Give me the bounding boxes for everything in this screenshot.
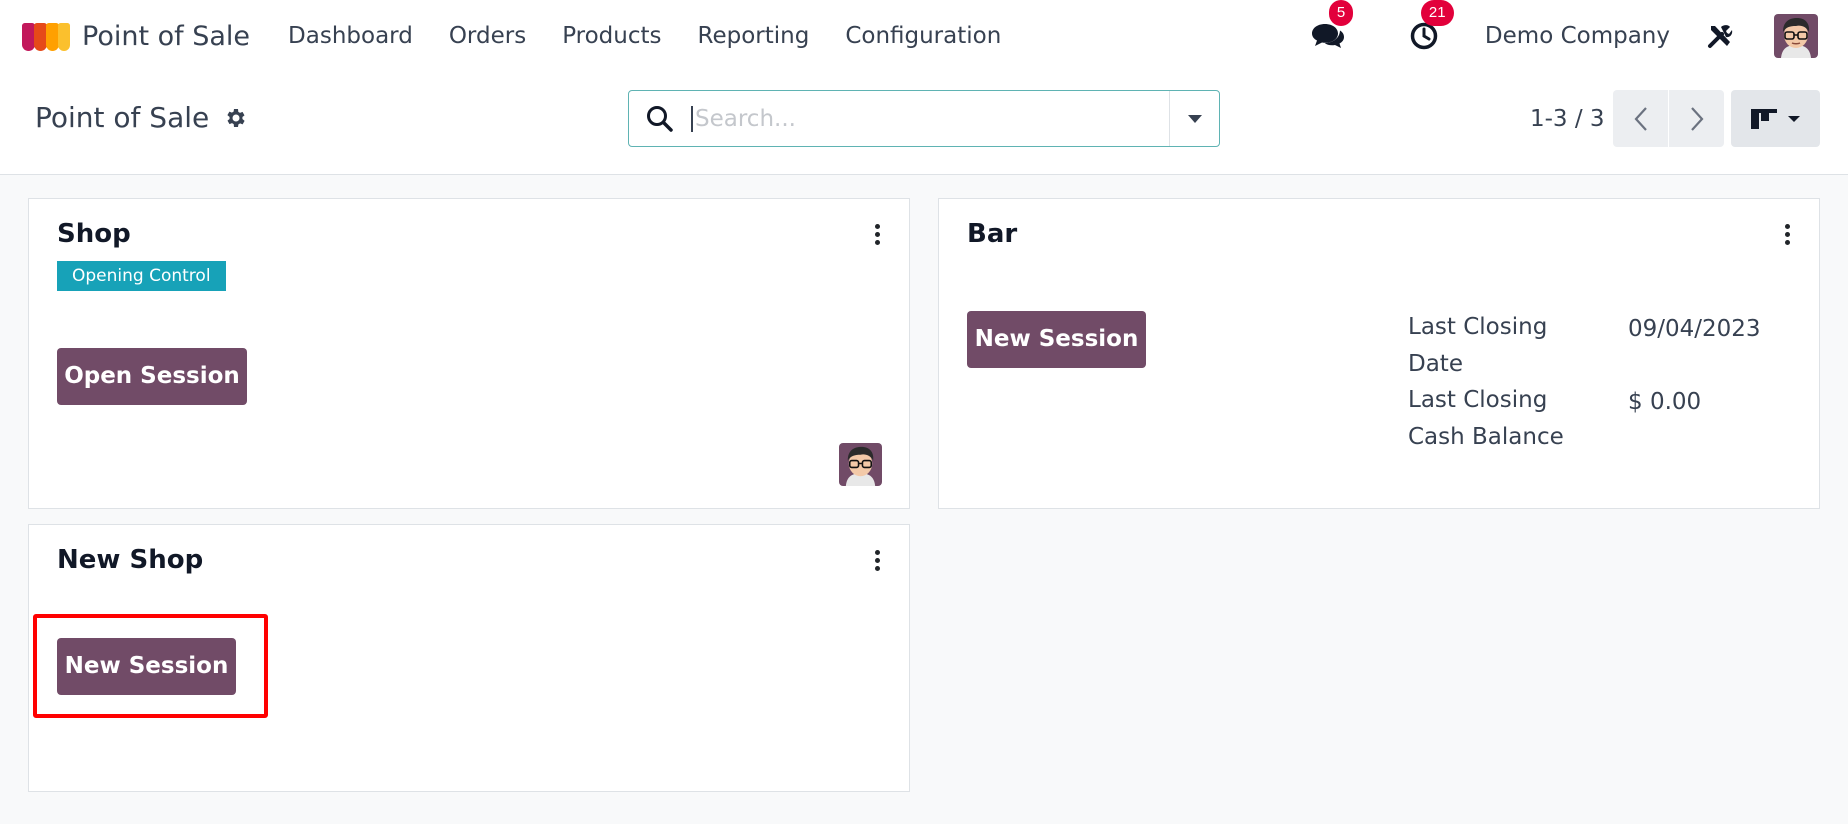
search-icon (647, 105, 673, 132)
card-menu-kebab-icon[interactable] (867, 547, 887, 573)
search-options-toggle[interactable] (1169, 91, 1219, 146)
menu-item-dashboard[interactable]: Dashboard (270, 23, 431, 49)
view-switcher-button[interactable] (1731, 90, 1820, 147)
card-title: Bar (967, 219, 1018, 249)
activities-button[interactable]: 21 (1399, 0, 1454, 61)
pager-previous-button[interactable] (1613, 90, 1668, 147)
new-session-button[interactable]: New Session (967, 311, 1146, 368)
kanban-view-icon (1750, 108, 1777, 129)
card-menu-kebab-icon[interactable] (867, 221, 887, 247)
messages-count-badge: 5 (1328, 0, 1354, 26)
card-menu-kebab-icon[interactable] (1777, 221, 1797, 247)
last-closing-cash-value: $ 0.00 (1628, 389, 1702, 415)
app-logo-icon[interactable] (22, 19, 70, 53)
top-navbar: Point of Sale Dashboard Orders Products … (0, 0, 1848, 72)
navbar-systray: 5 21 Demo Company (1303, 0, 1848, 72)
menu-item-orders[interactable]: Orders (431, 23, 544, 49)
pos-card-bar: Bar New Session Last Closing Date 09/04/… (938, 198, 1820, 509)
page-title: Point of Sale (35, 101, 210, 134)
pager-value[interactable]: 1-3 / 3 (1530, 106, 1605, 132)
tools-icon (1708, 25, 1733, 48)
highlight-box (33, 614, 268, 718)
last-closing-date-label: Last Closing Date (1408, 314, 1548, 377)
app-name[interactable]: Point of Sale (82, 21, 250, 52)
menu-item-configuration[interactable]: Configuration (827, 23, 1019, 49)
control-panel: Point of Sale 1-3 / 3 (0, 72, 1848, 175)
card-title: Shop (57, 219, 131, 249)
pager-next-button[interactable] (1669, 90, 1724, 147)
breadcrumb: Point of Sale (35, 101, 247, 134)
caret-down-icon (1787, 115, 1800, 122)
activities-count-badge: 21 (1420, 0, 1454, 26)
search-bar (628, 90, 1220, 147)
user-avatar-image (839, 443, 882, 486)
card-title: New Shop (57, 545, 204, 575)
debug-tools-button[interactable] (1700, 16, 1740, 56)
chevron-right-icon (1690, 106, 1703, 131)
caret-down-icon (1187, 114, 1202, 123)
search-input[interactable] (691, 105, 1131, 132)
gear-icon[interactable] (223, 106, 247, 130)
user-avatar[interactable] (1774, 14, 1818, 58)
last-closing-date-value: 09/04/2023 (1628, 316, 1761, 342)
pager-buttons (1613, 90, 1724, 147)
brand[interactable]: Point of Sale (22, 19, 270, 53)
menu-item-products[interactable]: Products (544, 23, 679, 49)
status-tag: Opening Control (57, 261, 226, 291)
main-menu: Dashboard Orders Products Reporting Conf… (270, 23, 1019, 49)
menu-item-reporting[interactable]: Reporting (680, 23, 828, 49)
messages-button[interactable]: 5 (1303, 0, 1354, 61)
user-avatar-image (1774, 14, 1818, 58)
open-session-button[interactable]: Open Session (57, 348, 247, 405)
pos-card-shop: Shop Opening Control Open Session (28, 198, 910, 509)
company-switcher[interactable]: Demo Company (1485, 23, 1670, 49)
responsible-user-avatar (839, 443, 882, 486)
chevron-left-icon (1634, 106, 1647, 131)
last-closing-cash-label: Last Closing Cash Balance (1408, 387, 1564, 450)
